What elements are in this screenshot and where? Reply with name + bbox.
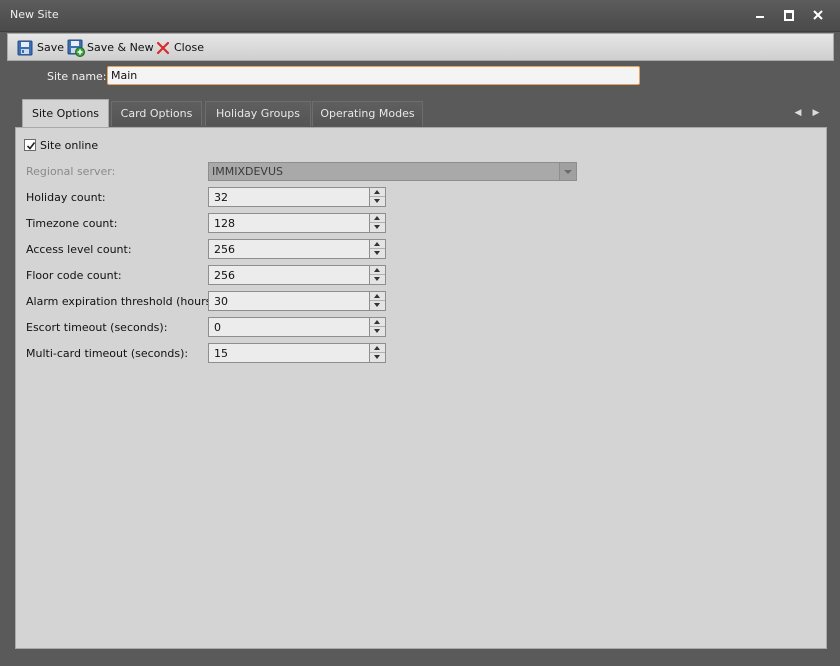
spin-up-icon[interactable] bbox=[370, 240, 385, 249]
regional-server-label: Regional server: bbox=[26, 165, 116, 178]
spin-down-icon[interactable] bbox=[370, 249, 385, 258]
tab-strip: Site Options Card Options Holiday Groups… bbox=[15, 99, 827, 128]
spin-down-icon[interactable] bbox=[370, 275, 385, 284]
spin-up-icon[interactable] bbox=[370, 292, 385, 301]
escort-timeout-value[interactable]: 0 bbox=[214, 321, 221, 334]
timezone-count-spinner[interactable]: 128 bbox=[208, 213, 386, 233]
site-name-input[interactable] bbox=[107, 66, 640, 85]
timezone-count-value[interactable]: 128 bbox=[214, 217, 235, 230]
floor-code-count-spinner[interactable]: 256 bbox=[208, 265, 386, 285]
site-name-label: Site name: bbox=[47, 70, 107, 83]
chevron-right-icon[interactable]: ▶ bbox=[810, 107, 822, 119]
close-icon bbox=[813, 10, 823, 20]
access-level-count-spinner[interactable]: 256 bbox=[208, 239, 386, 259]
floppy-disk-icon bbox=[17, 40, 33, 56]
escort-timeout-spinner[interactable]: 0 bbox=[208, 317, 386, 337]
multi-card-timeout-spinner[interactable]: 15 bbox=[208, 343, 386, 363]
spin-up-icon[interactable] bbox=[370, 266, 385, 275]
holiday-count-label: Holiday count: bbox=[26, 191, 106, 204]
minimize-icon bbox=[756, 16, 764, 18]
spin-up-icon[interactable] bbox=[370, 188, 385, 197]
access-level-count-value[interactable]: 256 bbox=[214, 243, 235, 256]
maximize-button[interactable] bbox=[778, 6, 800, 24]
holiday-count-value[interactable]: 32 bbox=[214, 191, 228, 204]
red-x-icon bbox=[156, 41, 170, 55]
multi-card-timeout-value[interactable]: 15 bbox=[214, 347, 228, 360]
site-online-checkbox[interactable] bbox=[24, 139, 36, 151]
tab-holiday-groups[interactable]: Holiday Groups bbox=[205, 101, 311, 126]
spin-up-icon[interactable] bbox=[370, 344, 385, 353]
access-level-count-label: Access level count: bbox=[26, 243, 132, 256]
chevron-down-icon bbox=[559, 163, 576, 180]
spin-down-icon[interactable] bbox=[370, 301, 385, 310]
save-and-new-label: Save & New bbox=[87, 41, 154, 54]
checkmark-icon bbox=[26, 142, 36, 150]
spin-up-icon[interactable] bbox=[370, 214, 385, 223]
alarm-expiration-threshold-value[interactable]: 30 bbox=[214, 295, 228, 308]
floppy-disk-plus-icon bbox=[67, 39, 85, 57]
spin-down-icon[interactable] bbox=[370, 223, 385, 232]
window-title: New Site bbox=[10, 8, 59, 21]
minimize-button[interactable] bbox=[749, 6, 771, 24]
spin-down-icon[interactable] bbox=[370, 353, 385, 362]
close-button[interactable]: Close bbox=[156, 38, 206, 58]
site-online-label: Site online bbox=[40, 139, 99, 152]
save-label: Save bbox=[37, 41, 65, 54]
escort-timeout-label: Escort timeout (seconds): bbox=[26, 321, 168, 334]
save-and-new-button[interactable]: Save & New bbox=[67, 38, 154, 58]
floor-code-count-label: Floor code count: bbox=[26, 269, 122, 282]
chevron-left-icon[interactable]: ◀ bbox=[792, 107, 804, 119]
maximize-icon bbox=[784, 10, 794, 21]
close-label: Close bbox=[174, 41, 204, 54]
alarm-expiration-threshold-spinner[interactable]: 30 bbox=[208, 291, 386, 311]
regional-server-dropdown: IMMIXDEVUS bbox=[208, 162, 577, 181]
window-close-button[interactable] bbox=[807, 6, 829, 24]
holiday-count-spinner[interactable]: 32 bbox=[208, 187, 386, 207]
save-button[interactable]: Save bbox=[17, 38, 67, 58]
spin-down-icon[interactable] bbox=[370, 327, 385, 336]
timezone-count-label: Timezone count: bbox=[26, 217, 118, 230]
site-options-panel bbox=[15, 127, 827, 649]
floor-code-count-value[interactable]: 256 bbox=[214, 269, 235, 282]
tab-operating-modes[interactable]: Operating Modes bbox=[312, 101, 423, 126]
tab-site-options[interactable]: Site Options bbox=[22, 99, 109, 128]
new-site-window: New Site Save Save & New Close Site name… bbox=[0, 0, 840, 666]
tab-card-options[interactable]: Card Options bbox=[111, 101, 202, 126]
alarm-expiration-threshold-label: Alarm expiration threshold (hours): bbox=[26, 295, 220, 308]
regional-server-value: IMMIXDEVUS bbox=[212, 165, 283, 178]
title-bar[interactable]: New Site bbox=[0, 0, 840, 32]
spin-down-icon[interactable] bbox=[370, 197, 385, 206]
toolbar: Save Save & New Close bbox=[7, 33, 834, 61]
spin-up-icon[interactable] bbox=[370, 318, 385, 327]
multi-card-timeout-label: Multi-card timeout (seconds): bbox=[26, 347, 189, 360]
